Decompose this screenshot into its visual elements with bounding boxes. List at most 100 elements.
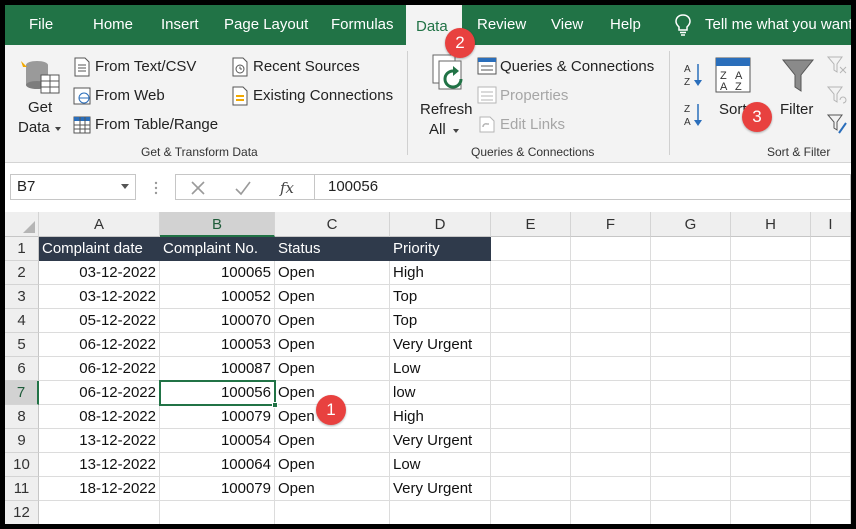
empty-cell[interactable]	[651, 309, 731, 333]
empty-cell[interactable]	[571, 285, 651, 309]
table-cell[interactable]: Top	[390, 309, 491, 333]
tab-view[interactable]: View	[541, 5, 593, 45]
table-cell[interactable]: Open	[275, 429, 390, 453]
empty-cell[interactable]	[731, 357, 811, 381]
insert-function-icon[interactable]: fx	[278, 178, 300, 198]
empty-cell[interactable]	[811, 261, 851, 285]
empty-cell[interactable]	[731, 237, 811, 261]
row-header-11[interactable]: 11	[5, 477, 39, 501]
table-cell[interactable]: 100079	[160, 405, 275, 429]
row-header-12[interactable]: 12	[5, 501, 39, 524]
table-cell[interactable]: 100065	[160, 261, 275, 285]
row-header-7[interactable]: 7	[5, 381, 39, 405]
empty-cell[interactable]	[811, 285, 851, 309]
refresh-all-button-line1[interactable]: Refresh	[420, 101, 473, 118]
empty-cell[interactable]	[811, 501, 851, 524]
row-header-1[interactable]: 1	[5, 237, 39, 261]
empty-cell[interactable]	[275, 501, 390, 524]
tab-review[interactable]: Review	[467, 5, 536, 45]
column-header-e[interactable]: E	[491, 212, 571, 237]
empty-cell[interactable]	[491, 309, 571, 333]
empty-cell[interactable]	[491, 501, 571, 524]
worksheet-grid[interactable]: ABCDEFGHI 1 2 3 4 5 6 7 8 9 10 11 12 Complaint date…	[5, 209, 851, 524]
tell-me-search[interactable]: Tell me what you want	[695, 5, 851, 45]
empty-cell[interactable]	[651, 237, 731, 261]
name-box-dropdown-icon[interactable]	[121, 184, 129, 189]
empty-cell[interactable]	[731, 381, 811, 405]
fill-handle[interactable]	[272, 402, 278, 408]
reapply-filter-icon[interactable]	[827, 85, 847, 105]
properties-button[interactable]: Properties	[500, 87, 568, 104]
column-header-b[interactable]: B	[160, 212, 275, 237]
empty-cell[interactable]	[811, 453, 851, 477]
empty-cell[interactable]	[811, 309, 851, 333]
row-header-4[interactable]: 4	[5, 309, 39, 333]
empty-cell[interactable]	[491, 453, 571, 477]
table-cell[interactable]: Low	[390, 453, 491, 477]
empty-cell[interactable]	[811, 333, 851, 357]
tab-page-layout[interactable]: Page Layout	[214, 5, 318, 45]
get-data-button-line1[interactable]: Get	[28, 99, 52, 116]
clear-filter-icon[interactable]	[827, 55, 847, 75]
table-cell[interactable]: 13-12-2022	[39, 453, 160, 477]
row-header-2[interactable]: 2	[5, 261, 39, 285]
table-cell[interactable]: Low	[390, 357, 491, 381]
empty-cell[interactable]	[491, 285, 571, 309]
table-cell[interactable]: 100053	[160, 333, 275, 357]
table-cell[interactable]: Open	[275, 285, 390, 309]
queries-connections-button[interactable]: Queries & Connections	[500, 58, 654, 75]
table-cell[interactable]: 18-12-2022	[39, 477, 160, 501]
empty-cell[interactable]	[731, 453, 811, 477]
row-header-3[interactable]: 3	[5, 285, 39, 309]
empty-cell[interactable]	[731, 405, 811, 429]
table-header-cell[interactable]: Priority	[390, 237, 491, 261]
table-cell[interactable]: low	[390, 381, 491, 405]
empty-cell[interactable]	[651, 405, 731, 429]
empty-cell[interactable]	[651, 429, 731, 453]
row-header-6[interactable]: 6	[5, 357, 39, 381]
tab-file[interactable]: File	[19, 5, 63, 45]
empty-cell[interactable]	[651, 477, 731, 501]
empty-cell[interactable]	[491, 429, 571, 453]
table-cell[interactable]: Open	[275, 333, 390, 357]
empty-cell[interactable]	[731, 477, 811, 501]
empty-cell[interactable]	[731, 261, 811, 285]
table-cell[interactable]: 05-12-2022	[39, 309, 160, 333]
empty-cell[interactable]	[651, 357, 731, 381]
recent-sources-button[interactable]: Recent Sources	[253, 58, 360, 75]
empty-cell[interactable]	[651, 285, 731, 309]
empty-cell[interactable]	[811, 429, 851, 453]
table-cell[interactable]: 100079	[160, 477, 275, 501]
row-header-8[interactable]: 8	[5, 405, 39, 429]
table-cell[interactable]: 100052	[160, 285, 275, 309]
empty-cell[interactable]	[811, 477, 851, 501]
table-cell[interactable]: High	[390, 405, 491, 429]
tab-home[interactable]: Home	[83, 5, 143, 45]
table-cell[interactable]: 100054	[160, 429, 275, 453]
empty-cell[interactable]	[491, 405, 571, 429]
empty-cell[interactable]	[571, 309, 651, 333]
table-cell[interactable]: 03-12-2022	[39, 285, 160, 309]
empty-cell[interactable]	[571, 357, 651, 381]
column-header-g[interactable]: G	[651, 212, 731, 237]
table-header-cell[interactable]: Complaint No.	[160, 237, 275, 261]
empty-cell[interactable]	[571, 501, 651, 524]
empty-cell[interactable]	[731, 285, 811, 309]
empty-cell[interactable]	[731, 501, 811, 524]
empty-cell[interactable]	[491, 261, 571, 285]
table-cell[interactable]: 06-12-2022	[39, 381, 160, 405]
empty-cell[interactable]	[491, 237, 571, 261]
empty-cell[interactable]	[491, 333, 571, 357]
enter-checkmark-icon[interactable]	[234, 180, 252, 196]
from-text-csv-button[interactable]: From Text/CSV	[95, 58, 196, 75]
column-header-i[interactable]: I	[811, 212, 851, 237]
table-cell[interactable]: Top	[390, 285, 491, 309]
empty-cell[interactable]	[571, 429, 651, 453]
empty-cell[interactable]	[811, 237, 851, 261]
formula-input[interactable]: 100056	[315, 174, 851, 200]
row-header-10[interactable]: 10	[5, 453, 39, 477]
table-cell[interactable]: 100056	[160, 381, 275, 405]
from-web-button[interactable]: From Web	[95, 87, 165, 104]
table-cell[interactable]: Open	[275, 477, 390, 501]
empty-cell[interactable]	[811, 405, 851, 429]
